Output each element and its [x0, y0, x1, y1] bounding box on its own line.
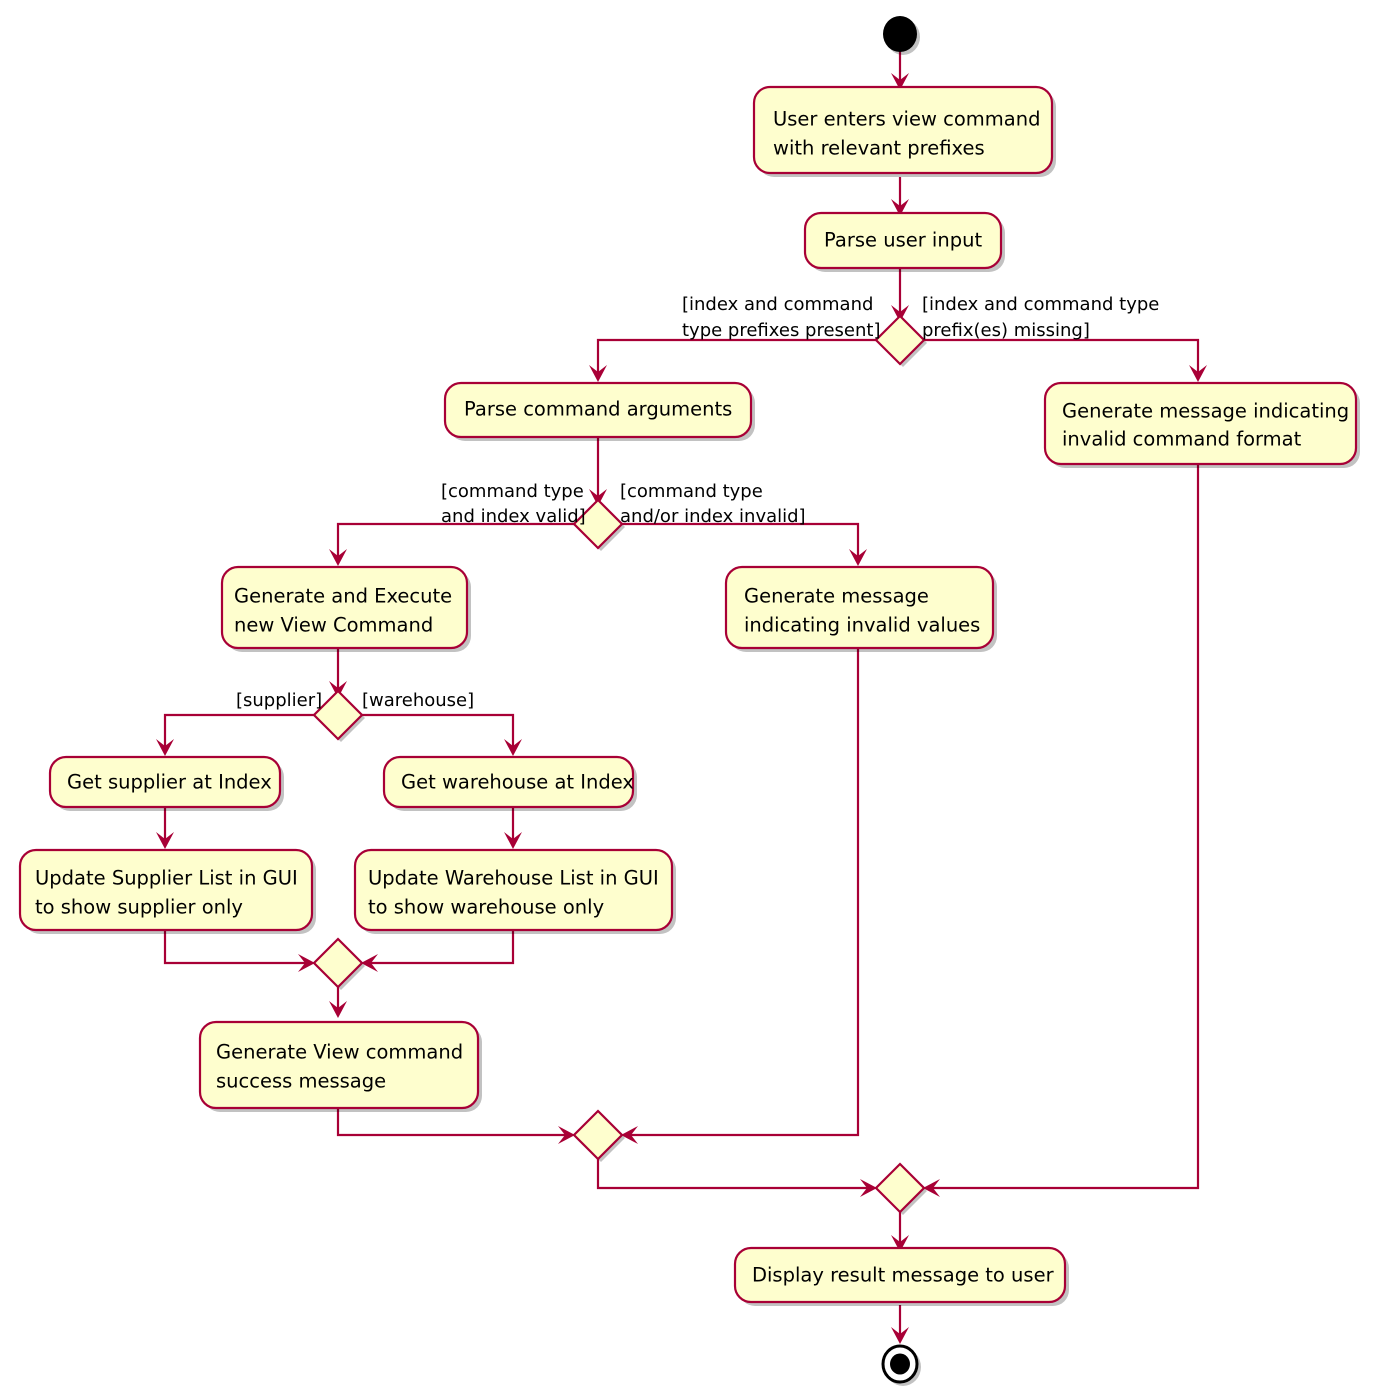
flow-a11-to-m2: [336, 1108, 571, 1137]
a1-label-line2: with relevant prefixes: [773, 137, 985, 160]
guard1-line2: type prefixes present]: [682, 320, 881, 341]
guard6-label: [warehouse]: [362, 690, 474, 711]
decision-prefix-check[interactable]: [874, 314, 926, 366]
guard2-line1: [index and command type: [922, 294, 1159, 315]
a4-label-line2: invalid command format: [1062, 428, 1302, 451]
activity-invalid-command-format[interactable]: [1043, 381, 1358, 466]
activity-diagram-root: User enters view command with relevant p…: [0, 0, 1380, 1400]
guard1-line1: [index and command: [682, 294, 873, 315]
a1-label-line1: User enters view command: [773, 108, 1040, 131]
guard4-line2: and/or index invalid]: [620, 506, 806, 527]
flow-m2-to-m3: [596, 1157, 873, 1190]
a10-label-line1: Update Warehouse List in GUI: [368, 867, 659, 890]
flow-d2-right-to-a6: [622, 522, 860, 562]
a10-label-line2: to show warehouse only: [368, 896, 604, 919]
guard3-line1: [command type: [441, 481, 584, 502]
guard5-label: [supplier]: [236, 690, 322, 711]
guard3-line2: and index valid]: [441, 506, 586, 527]
merge-final[interactable]: [874, 1162, 926, 1214]
a6-label-line1: Generate message: [744, 585, 929, 608]
merge-supplier-warehouse[interactable]: [312, 937, 364, 989]
a4-label-line1: Generate message indicating: [1062, 400, 1349, 423]
guard4-line1: [command type: [620, 481, 763, 502]
a6-label-line2: indicating invalid values: [744, 614, 980, 637]
start-node: [883, 16, 917, 52]
merge-success-invalid[interactable]: [572, 1109, 624, 1161]
flow-d1-right-to-a4: [924, 338, 1200, 378]
a8-label: Get warehouse at Index: [401, 771, 634, 794]
flow-d2-left-to-a5: [336, 522, 574, 562]
a5-label-line2: new View Command: [234, 614, 433, 637]
a9-label-line1: Update Supplier List in GUI: [35, 867, 298, 890]
guard2-line2: prefix(es) missing]: [922, 320, 1090, 341]
uml-activity-canvas: User enters view command with relevant p…: [18, 16, 1360, 1386]
a2-label: Parse user input: [824, 229, 982, 252]
a7-label: Get supplier at Index: [67, 771, 272, 794]
a5-label-line1: Generate and Execute: [234, 585, 452, 608]
a3-label: Parse command arguments: [464, 398, 732, 421]
a11-label-line2: success message: [216, 1070, 386, 1093]
end-node: [890, 1353, 910, 1375]
a12-label: Display result message to user: [752, 1264, 1055, 1287]
a11-label-line1: Generate View command: [216, 1041, 463, 1064]
activity-generate-success-message[interactable]: [198, 1020, 480, 1110]
flow-d1-left-to-a3: [596, 338, 876, 378]
a9-label-line2: to show supplier only: [35, 896, 243, 919]
flow-d3-left-to-a7: [163, 713, 314, 752]
flow-d3-right-to-a8: [362, 713, 515, 752]
